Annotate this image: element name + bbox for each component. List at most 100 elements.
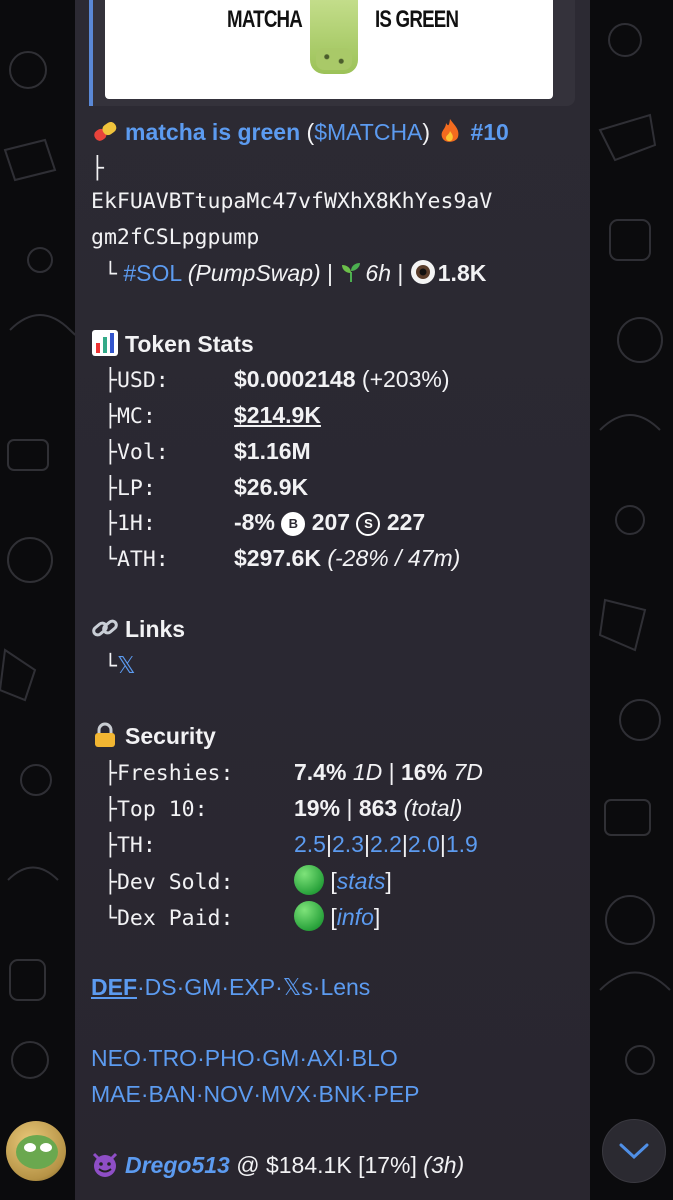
dex-paid-label: └Dex Paid:: [104, 906, 234, 931]
stat-row-usd: ├USD: $0.0002148 (+203%): [104, 364, 449, 396]
bot-link[interactable]: Lens: [320, 974, 370, 1000]
security-header: Security: [91, 721, 216, 751]
separator: |: [346, 795, 353, 821]
market-cap-link[interactable]: $214.9K: [234, 402, 321, 428]
dex-name: (PumpSwap): [187, 260, 321, 286]
preview-image[interactable]: MATCHA IS GREEN: [105, 0, 553, 99]
token-age: 6h: [365, 260, 391, 286]
buys-count: 207: [311, 509, 351, 535]
ticker-link[interactable]: $MATCHA: [314, 119, 422, 145]
security-title: Security: [125, 723, 216, 749]
bot-link[interactable]: GM: [184, 974, 221, 1000]
th-value-link[interactable]: 2.2: [370, 831, 402, 857]
th-value-link[interactable]: 2.0: [408, 831, 440, 857]
dev-sold-label: ├Dev Sold:: [104, 870, 234, 895]
top10-count: 863: [358, 795, 398, 821]
caller-time: (3h): [423, 1152, 465, 1178]
bot-link[interactable]: NOV: [203, 1081, 253, 1107]
stat-value: -8%: [234, 509, 275, 535]
sells-icon: S: [356, 512, 381, 536]
stat-row-mc: ├MC: $214.9K: [104, 400, 321, 432]
token-title-line: matcha is green ($MATCHA) #10: [91, 117, 509, 147]
stat-prefix: └: [104, 547, 117, 572]
dev-stats-link[interactable]: stats: [337, 868, 386, 894]
freshies-7d-unit: 7D: [453, 759, 483, 785]
bot-link[interactable]: PEP: [373, 1081, 419, 1107]
freshies-row: ├Freshies: 7.4% 1D | 16% 7D: [104, 757, 483, 789]
bot-link[interactable]: DS: [145, 974, 177, 1000]
th-value-link[interactable]: 2.5: [294, 831, 326, 857]
seedling-icon: [342, 263, 361, 282]
th-value-link[interactable]: 1.9: [446, 831, 478, 857]
stat-row-1h: ├1H: -8% B 207 S 227: [104, 507, 425, 539]
contract-address-line1[interactable]: EkFUAVBTtupaMc47vfWXhX8KhYes9aV: [91, 187, 492, 217]
bot-link[interactable]: AXI: [307, 1045, 344, 1071]
stat-label: 1H:: [116, 511, 156, 536]
bot-link[interactable]: NEO: [91, 1045, 141, 1071]
top10-label: ├Top 10:: [104, 797, 208, 822]
rank-link[interactable]: #10: [470, 119, 508, 145]
caller-name-link[interactable]: Drego513: [125, 1152, 230, 1178]
x-link[interactable]: 𝕏: [117, 652, 136, 678]
view-count: 1.8K: [437, 260, 487, 286]
bar-chart-icon: [92, 330, 118, 356]
chain-link[interactable]: #SOL: [123, 260, 181, 286]
pill-icon: [94, 121, 117, 141]
bot-link[interactable]: BNK: [319, 1081, 366, 1107]
caller-mc: $184.1K: [265, 1152, 352, 1178]
green-status-icon: [294, 901, 324, 931]
bot-link[interactable]: MVX: [261, 1081, 311, 1107]
bot-links-row-3: MAE·BAN·NOV·MVX·BNK·PEP: [91, 1081, 420, 1107]
link-preview[interactable]: MATCHA IS GREEN: [89, 0, 575, 106]
top10-pct: 19%: [294, 795, 341, 821]
stat-label: Vol:: [116, 440, 169, 465]
stat-label: MC:: [116, 404, 156, 429]
links-header: Links: [91, 614, 185, 644]
bot-link[interactable]: 𝕏s: [283, 974, 313, 1000]
stat-label: ATH:: [116, 547, 169, 572]
pepe-face: [16, 1135, 58, 1169]
sender-avatar[interactable]: [6, 1121, 66, 1181]
smiling-devil-icon: [92, 1152, 118, 1177]
bot-link[interactable]: BAN: [149, 1081, 196, 1107]
scroll-to-bottom-button[interactable]: [602, 1119, 666, 1183]
bot-links-row-1: DEF·DS·GM·EXP·𝕏s·Lens: [91, 974, 371, 1000]
stat-row-ath: └ATH: $297.6K (-28% / 47m): [104, 543, 460, 575]
caller-line: Drego513 @ $184.1K [17%] (3h): [91, 1150, 464, 1180]
avatar-eye: [24, 1143, 36, 1152]
stat-row-vol: ├Vol: $1.16M: [104, 436, 311, 468]
dex-info-link[interactable]: info: [337, 904, 374, 930]
bot-link[interactable]: TRO: [149, 1045, 198, 1071]
stat-value: $0.0002148: [234, 366, 356, 392]
token-name-link[interactable]: matcha is green: [125, 119, 300, 145]
stat-value: $297.6K: [234, 545, 321, 571]
address-tree-marker: ├: [91, 156, 104, 181]
bot-link[interactable]: GM: [262, 1045, 299, 1071]
stat-prefix: ├: [104, 511, 117, 536]
links-row: └𝕏: [104, 650, 135, 682]
stat-value: $1.16M: [234, 438, 311, 464]
bot-link[interactable]: BLO: [352, 1045, 398, 1071]
stat-extra: (-28% / 47m): [327, 545, 461, 571]
fire-icon: [442, 119, 459, 142]
chain-info-line: └ #SOL (PumpSwap) | 6h | 1.8K: [104, 260, 487, 287]
th-label: ├TH:: [104, 833, 156, 858]
bot-link[interactable]: PHO: [205, 1045, 255, 1071]
top10-unit: (total): [403, 795, 463, 821]
matcha-cup-image: [310, 0, 358, 74]
contract-address-line2[interactable]: gm2fCSLpgpump: [91, 223, 259, 253]
bot-link[interactable]: EXP: [229, 974, 275, 1000]
bot-link[interactable]: MAE: [91, 1081, 141, 1107]
preview-text-left: MATCHA: [227, 6, 303, 33]
stat-label: USD:: [116, 368, 169, 393]
th-value-link[interactable]: 2.3: [332, 831, 364, 857]
tree-end-marker: └: [104, 262, 117, 287]
bot-link[interactable]: DEF: [91, 974, 137, 1000]
stat-prefix: ├: [104, 404, 117, 429]
sells-count: 227: [386, 509, 426, 535]
bot-links-row-2: NEO·TRO·PHO·GM·AXI·BLO: [91, 1045, 398, 1071]
top10-row: ├Top 10: 19% | 863 (total): [104, 793, 462, 825]
freshies-label: ├Freshies:: [104, 761, 234, 786]
green-status-icon: [294, 865, 324, 895]
tree-end-marker: └: [104, 654, 117, 679]
